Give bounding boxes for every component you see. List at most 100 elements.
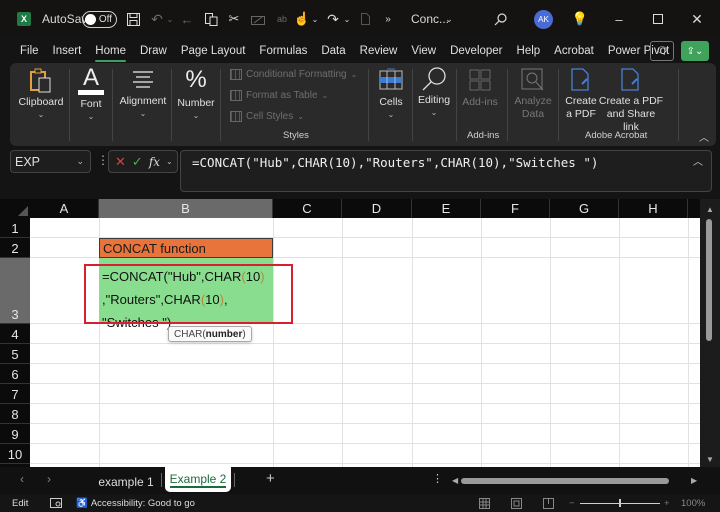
row-header-4[interactable]: 4 <box>0 324 30 344</box>
scroll-up-icon[interactable]: ▲ <box>706 205 714 214</box>
column-header-b[interactable]: B <box>99 199 273 218</box>
enter-icon[interactable]: ✓ <box>132 154 143 170</box>
document-icon[interactable] <box>360 0 370 38</box>
tab-data[interactable]: Data <box>321 38 345 64</box>
tab-home[interactable]: Home <box>95 38 126 64</box>
tab-formulas[interactable]: Formulas <box>259 38 307 64</box>
alignment-button[interactable]: Alignment ⌄ <box>118 63 168 146</box>
horizontal-scroll-thumb[interactable] <box>461 478 669 484</box>
formula-input[interactable]: =CONCAT("Hub",CHAR(10),"Routers",CHAR(10… <box>180 150 712 192</box>
comments-button[interactable]: 🗨 <box>650 41 674 61</box>
back-arrow-icon[interactable]: ← <box>180 0 194 38</box>
sheet-tab-example-1[interactable]: example 1 <box>92 469 160 494</box>
avatar[interactable]: AK <box>534 0 553 38</box>
prev-sheet-icon[interactable]: ‹ <box>20 472 24 486</box>
column-header-d[interactable]: D <box>342 199 412 218</box>
zoom-slider-handle[interactable] <box>619 499 621 507</box>
number-button[interactable]: % Number ⌄ <box>176 63 216 146</box>
filename-dropdown-icon[interactable]: ⌄ <box>444 0 454 38</box>
function-tooltip[interactable]: CHAR(number) <box>168 326 252 342</box>
tab-help[interactable]: Help <box>517 38 541 64</box>
more-commands-icon[interactable]: » <box>383 0 393 38</box>
cell-b2[interactable]: CONCAT function <box>99 238 273 258</box>
name-box[interactable]: EXP ⌄ <box>10 150 91 173</box>
redo-dropdown-icon[interactable]: ⌄ <box>343 0 351 38</box>
cancel-icon[interactable]: ✕ <box>115 154 126 170</box>
add-sheet-button[interactable]: + <box>266 470 275 487</box>
maximize-icon[interactable] <box>651 0 665 38</box>
spelling-icon[interactable]: ab <box>276 0 288 38</box>
page-layout-view-button[interactable] <box>511 494 522 512</box>
row-header-1[interactable]: 1 <box>0 218 30 238</box>
tab-review[interactable]: Review <box>360 38 398 64</box>
search-icon[interactable] <box>492 0 508 38</box>
scroll-left-icon[interactable]: ◀ <box>452 476 458 485</box>
save-icon[interactable] <box>125 0 141 38</box>
tab-view[interactable]: View <box>411 38 436 64</box>
select-all-button[interactable] <box>0 199 30 218</box>
clipboard-button[interactable]: Clipboard ⌄ <box>18 63 64 146</box>
accessibility-checker[interactable]: ♿ Accessibility: Good to go <box>76 494 195 512</box>
column-header-h[interactable]: H <box>619 199 688 218</box>
cells-button[interactable]: Cells ⌄ <box>374 63 408 146</box>
next-sheet-icon[interactable]: › <box>47 472 51 486</box>
zoom-in-button[interactable]: + <box>664 494 670 512</box>
row-header-10[interactable]: 10 <box>0 444 30 464</box>
lightbulb-icon[interactable]: 💡 <box>572 0 588 38</box>
column-header-i[interactable] <box>688 199 700 218</box>
comment-icon: 🗨 <box>655 45 669 57</box>
tab-acrobat[interactable]: Acrobat <box>554 38 594 64</box>
column-header-a[interactable]: A <box>30 199 99 218</box>
row-header-9[interactable]: 9 <box>0 424 30 444</box>
column-header-f[interactable]: F <box>481 199 550 218</box>
tab-draw[interactable]: Draw <box>140 38 167 64</box>
cell-styles-button[interactable]: Cell Styles ⌄ <box>230 111 304 122</box>
font-button[interactable]: A Font ⌄ <box>76 63 106 146</box>
row-header-6[interactable]: 6 <box>0 364 30 384</box>
touch-dropdown-icon[interactable]: ⌄ <box>311 0 319 38</box>
cut-icon[interactable]: ✂ <box>228 0 240 38</box>
page-break-view-button[interactable] <box>543 494 554 512</box>
row-header-7[interactable]: 7 <box>0 384 30 404</box>
row-header-3[interactable]: 3 <box>0 258 30 324</box>
scroll-right-icon[interactable]: ▶ <box>691 476 697 485</box>
cells-icon <box>379 68 403 90</box>
tab-page-layout[interactable]: Page Layout <box>181 38 246 64</box>
collapse-ribbon-icon[interactable]: ︿ <box>699 129 709 144</box>
editing-button[interactable]: Editing ⌄ <box>416 63 452 146</box>
row-header-2[interactable]: 2 <box>0 238 30 258</box>
conditional-formatting-button[interactable]: Conditional Formatting ⌄ <box>230 69 357 80</box>
insert-function-icon[interactable]: fx <box>149 155 160 169</box>
tab-insert[interactable]: Insert <box>53 38 82 64</box>
column-header-g[interactable]: G <box>550 199 619 218</box>
tab-file[interactable]: File <box>20 38 39 64</box>
paste-icon[interactable] <box>204 0 218 38</box>
format-painter-icon[interactable] <box>250 0 266 38</box>
undo-icon[interactable]: ↶ <box>150 0 164 38</box>
zoom-level[interactable]: 100% <box>681 494 705 512</box>
scroll-down-icon[interactable]: ▼ <box>706 455 714 464</box>
undo-dropdown-icon[interactable]: ⌄ <box>166 0 174 38</box>
sheet-tab-example-2[interactable]: Example 2 <box>165 467 231 492</box>
minimize-icon[interactable]: – <box>612 0 626 38</box>
format-as-table-button[interactable]: Format as Table ⌄ <box>230 90 328 101</box>
tab-developer[interactable]: Developer <box>450 38 502 64</box>
analyze-data-button[interactable]: Analyze Data <box>513 63 553 146</box>
column-header-e[interactable]: E <box>412 199 481 218</box>
cell-mode-icon[interactable] <box>50 494 62 512</box>
acrobat-group-label: Adobe Acrobat <box>585 130 648 141</box>
tab-split-handle[interactable]: ⋮ <box>432 472 443 485</box>
row-header-8[interactable]: 8 <box>0 404 30 424</box>
vertical-scrollbar[interactable]: ▲ ▼ <box>700 199 720 467</box>
vertical-scroll-thumb[interactable] <box>706 219 712 341</box>
expand-formula-bar-icon[interactable]: ︿ <box>693 153 703 168</box>
normal-view-button[interactable] <box>479 494 490 512</box>
share-button[interactable]: ⇪⌄ <box>681 41 709 61</box>
close-icon[interactable]: ✕ <box>690 0 704 38</box>
row-header-5[interactable]: 5 <box>0 344 30 364</box>
zoom-out-button[interactable]: − <box>569 494 575 512</box>
touch-mode-icon[interactable]: ☝ <box>294 0 310 38</box>
redo-icon[interactable]: ↷ <box>326 0 340 38</box>
autosave-toggle[interactable]: Off <box>82 0 117 38</box>
column-header-c[interactable]: C <box>273 199 342 218</box>
